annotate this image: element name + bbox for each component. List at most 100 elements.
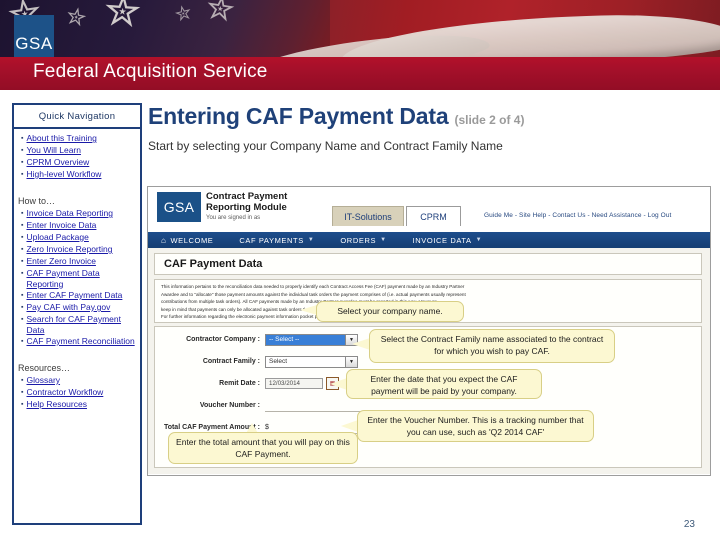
page-title-text: Entering CAF Payment Data [148,103,449,129]
home-icon: ⌂ [161,235,167,245]
sidebar-item-label[interactable]: About this Training [26,133,96,144]
remit-date-input[interactable]: 12/03/2014 [265,378,323,389]
sidebar-item-label[interactable]: You Will Learn [26,145,81,156]
page-title: Entering CAF Payment Data (slide 2 of 4) [148,103,524,130]
quick-navigation-panel: Quick Navigation ▪ About this Training ▪ Yo… [12,103,142,525]
flag-star-icon: ✮ [102,0,143,38]
bullet-icon: ▪ [21,171,24,178]
flag-banner-image: ✮ ✮ ✮ ✮ ✮ ✮ [0,0,720,57]
sidebar-item[interactable]: ▪ Contractor Workflow [17,387,137,398]
sidebar-item[interactable]: ▪ CAF Payment Data Reporting [17,268,137,289]
app-gsa-logo: GSA [157,192,201,222]
sidebar-item[interactable]: ▪ High-level Workflow [17,169,137,180]
sidebar-group-label: How to… [18,196,56,206]
sidebar-item[interactable]: ▪ Search for CAF Payment Data [17,314,137,335]
chevron-down-icon[interactable]: ▼ [345,356,357,367]
sidebar-group-spacer [17,181,137,188]
app-main-nav: ⌂ WELCOME CAF PAYMENTS ▼ ORDERS ▼ INVOICE DATA… [148,232,710,248]
app-nav-item-label: WELCOME [170,235,214,245]
sidebar-item-label[interactable]: Search for CAF Payment Data [26,314,137,335]
bullet-icon: ▪ [21,389,24,396]
flag-star-icon: ✮ [203,0,238,30]
app-title-block: Contract Payment Reporting Module You ar… [206,191,287,223]
sidebar-item[interactable]: ▪ About this Training [17,133,137,144]
description-line-2: Awardee and to "allocate" those payment … [161,291,466,297]
app-signed-in-as: You are signed in as [206,215,261,221]
callout-contract-family: Select the Contract Family name associat… [369,329,615,363]
app-gsa-logo-text: GSA [163,199,195,215]
chevron-down-icon: ▼ [380,237,387,243]
gsa-logo-text: GSA [15,34,53,53]
app-nav-item-orders[interactable]: ORDERS ▼ [327,236,399,245]
sidebar-item-label[interactable]: Enter Zero Invoice [26,256,95,267]
sidebar-item[interactable]: ▪ Enter Zero Invoice [17,256,137,267]
sidebar-item[interactable]: ▪ Help Resources [17,399,137,410]
field-label: Voucher Number : [199,402,260,409]
contract-family-select[interactable]: Select ▼ [265,355,358,368]
sidebar-item-label[interactable]: Glossary [26,375,60,386]
sidebar-item-label[interactable]: Invoice Data Reporting [26,208,112,219]
sidebar-item-label[interactable]: Upload Package [26,232,88,243]
sidebar-item-label[interactable]: CAF Payment Data Reporting [26,268,137,289]
chevron-down-icon: ▼ [307,237,315,243]
bullet-icon: ▪ [21,304,24,311]
bullet-icon: ▪ [21,147,24,154]
sidebar-item[interactable]: ▪ Upload Package [17,232,137,243]
app-nav-item-label: ORDERS [340,235,377,245]
bullet-icon: ▪ [21,258,24,265]
slide-counter: (slide 2 of 4) [454,113,525,127]
callout-tail [330,378,347,390]
callout-total-amount: Enter the total amount that you will pay… [168,432,358,464]
sidebar-item[interactable]: ▪ Enter Invoice Data [17,220,137,231]
gsa-logo: GSA [14,15,54,57]
slide-page-number: 23 [683,519,695,530]
sidebar-item-label[interactable]: CPRM Overview [26,157,89,168]
callout-remit-date: Enter the date that you expect the CAF p… [346,369,542,399]
app-nav-item-caf-payments[interactable]: CAF PAYMENTS ▼ [226,236,327,245]
app-utility-links[interactable]: Guide Me - Site Help - Contact Us - Need… [484,212,671,219]
sidebar-item[interactable]: ▪ Zero Invoice Reporting [17,244,137,255]
sidebar-item-label[interactable]: Enter Invoice Data [26,220,96,231]
app-nav-item-invoice-data[interactable]: INVOICE DATA ▼ [400,236,496,245]
quick-navigation-header: Quick Navigation [14,105,140,129]
app-nav-item-label: CAF PAYMENTS [239,235,304,245]
page-subtitle: Start by selecting your Company Name and… [148,139,503,153]
bullet-icon: ▪ [21,159,24,166]
chevron-down-icon: ▼ [475,237,483,243]
description-line-1: This information pertains to the reconci… [161,284,465,289]
sidebar-item-label[interactable]: Zero Invoice Reporting [26,244,112,255]
bullet-icon: ▪ [21,338,24,345]
bullet-icon: ▪ [21,316,24,323]
sidebar-item-label[interactable]: CAF Payment Reconciliation [26,336,134,347]
field-label: Remit Date : [219,380,260,387]
sidebar-item[interactable]: ▪ CAF Payment Reconciliation [17,336,137,347]
tab-cprm[interactable]: CPRM [406,206,461,226]
callout-tail [341,420,358,432]
sidebar-item[interactable]: ▪ You Will Learn [17,145,137,156]
sidebar-item-label[interactable]: High-level Workflow [26,169,101,180]
app-nav-item-welcome[interactable]: ⌂ WELCOME [148,236,226,245]
tab-it-solutions[interactable]: IT-Solutions [332,206,404,226]
app-title-line-1: Contract Payment [206,191,288,202]
bullet-icon: ▪ [21,246,24,253]
field-label: Contractor Company : [186,336,260,343]
sidebar-item[interactable]: ▪ Invoice Data Reporting [17,208,137,219]
sidebar-item-label[interactable]: Contractor Workflow [26,387,103,398]
app-title-line-2: Reporting Module [206,202,287,213]
sidebar-item-label[interactable]: Enter CAF Payment Data [26,290,122,301]
slide-canvas: ✮ ✮ ✮ ✮ ✮ ✮ GSA Federal Acquisition Serv… [0,0,720,540]
callout-tail [352,338,370,350]
bullet-icon: ▪ [21,135,24,142]
sidebar-item-label[interactable]: Help Resources [26,399,86,410]
agency-banner: Federal Acquisition Service [0,57,720,90]
select-value: Select [269,358,288,365]
field-label: Contract Family : [202,358,260,365]
sidebar-item[interactable]: ▪ Enter CAF Payment Data [17,290,137,301]
sidebar-item-label[interactable]: Pay CAF with Pay.gov [26,302,110,313]
sidebar-group-label: Resources… [18,363,71,373]
sidebar-item[interactable]: ▪ Pay CAF with Pay.gov [17,302,137,313]
app-nav-item-label: INVOICE DATA [412,235,472,245]
sidebar-item[interactable]: ▪ CPRM Overview [17,157,137,168]
sidebar-item[interactable]: ▪ Glossary [17,375,137,386]
contractor-company-select[interactable]: -- Select -- ▼ [265,333,358,346]
